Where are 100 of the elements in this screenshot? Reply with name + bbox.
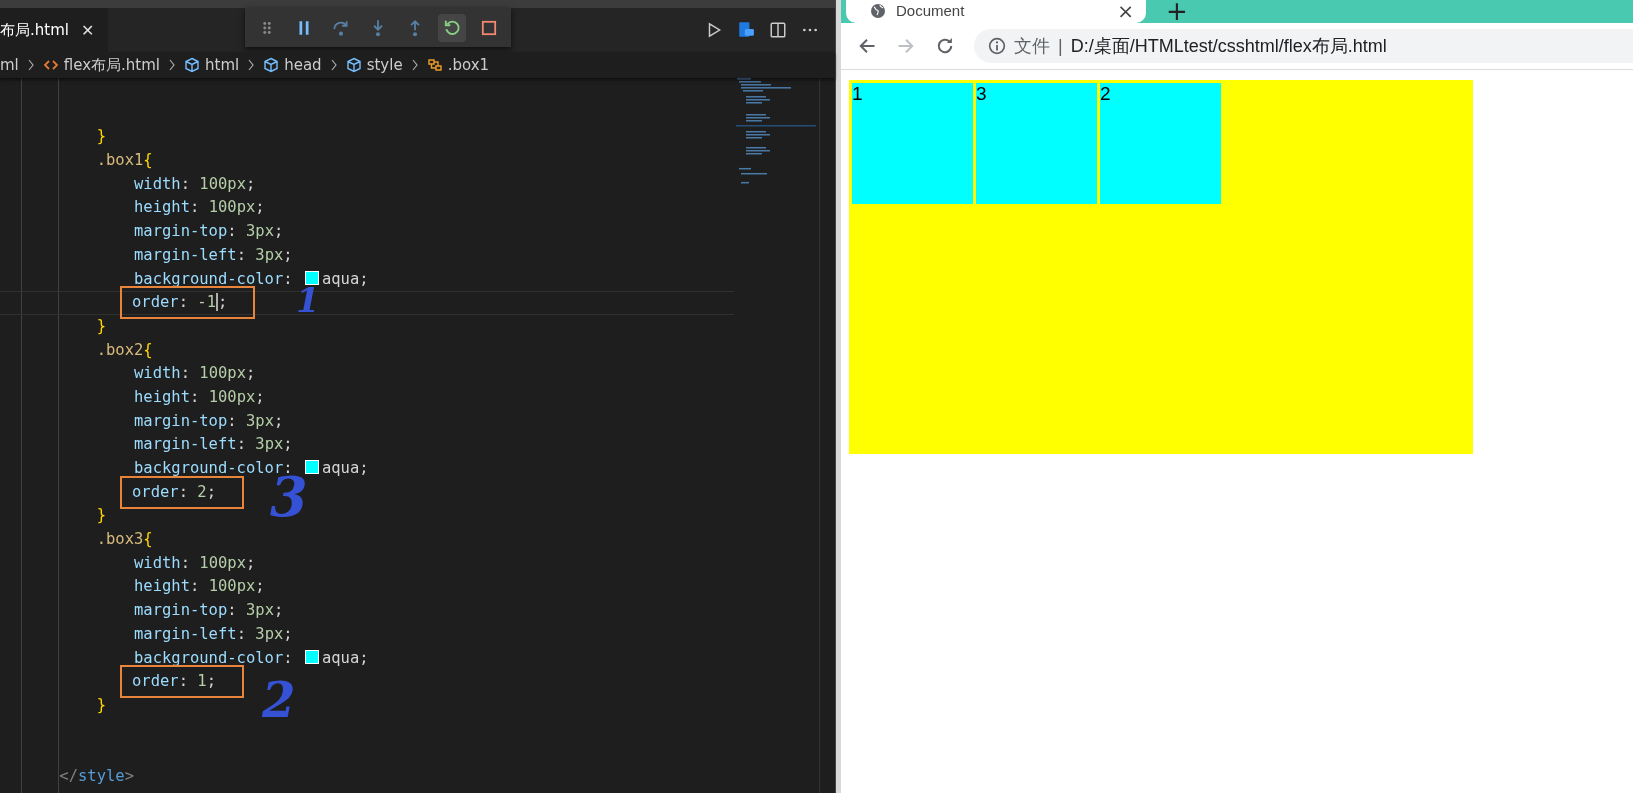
code-token: : (178, 482, 189, 501)
code-token: : (283, 648, 294, 667)
code-token: margin-top (133, 411, 228, 430)
code-token: ; (283, 245, 293, 264)
code-token: ; (206, 672, 216, 691)
code-token: margin-left (133, 245, 237, 264)
flex-item: 2 (1100, 83, 1221, 204)
code-token: .box3 (96, 530, 144, 549)
code-token: 1 (197, 672, 207, 691)
code-token: } (96, 506, 106, 525)
code-token: > (124, 766, 134, 785)
code-token: ; (246, 553, 256, 572)
handwritten-number: 2 (262, 676, 296, 724)
code-token: ; (283, 435, 293, 454)
code-token: ; (255, 577, 265, 596)
url-text: D:/桌面/HTMLtest/csshtml/flex布局.html (1070, 35, 1387, 58)
code-token: margin-top (133, 601, 228, 620)
code-token: aqua; (321, 269, 369, 288)
code-token: ; (206, 482, 216, 501)
code-token: ; (255, 387, 265, 406)
browser-tab[interactable]: Document × (846, 0, 1146, 23)
code-token: margin-top (133, 222, 228, 241)
code-token: : (236, 624, 247, 643)
breadcrumb-item[interactable]: head (284, 56, 322, 74)
code-token: 100px (199, 364, 246, 383)
editor-tab[interactable]: 布局.html ✕ (0, 8, 109, 52)
code-token: : (180, 364, 191, 383)
code-token: width (133, 174, 181, 193)
code-token: 100px (199, 174, 246, 193)
code-token: : (180, 174, 191, 193)
code-token: 3px (245, 411, 274, 430)
code-token: order (131, 672, 179, 691)
code-token: : (227, 601, 238, 620)
code-token: background-color (133, 269, 284, 288)
scheme-label: 文件 (1014, 35, 1050, 58)
code-token: background-color (133, 459, 284, 477)
tab-title: Document (896, 2, 965, 19)
code-token: : (236, 435, 247, 454)
code-token: </ (59, 766, 78, 785)
code-token: -1 (197, 293, 216, 312)
close-icon[interactable]: ✕ (80, 20, 95, 40)
code-token: : (236, 245, 247, 264)
handwritten-number: 1 (296, 283, 320, 317)
code-token: : (189, 198, 201, 217)
code-token: : (180, 553, 191, 572)
breadcrumb-item[interactable]: flex布局.html (63, 55, 160, 75)
code-token: { (143, 151, 153, 170)
code-token: { (143, 530, 153, 549)
flex-item: 1 (852, 83, 973, 204)
code-token: 3px (245, 601, 274, 620)
code-token: : (227, 411, 238, 430)
code-token: order (131, 482, 179, 501)
close-icon[interactable]: × (1117, 0, 1134, 23)
code-token: ; (283, 624, 293, 643)
code-token: ; (246, 174, 256, 193)
flex-item: 3 (976, 83, 1097, 204)
code-token: .box2 (96, 340, 144, 359)
code-token: 100px (208, 198, 256, 217)
code-token: height (133, 387, 190, 406)
code-token: : (189, 577, 201, 596)
code-token: 100px (208, 387, 256, 406)
code-token: : (178, 293, 189, 312)
code-token: order (131, 293, 179, 312)
code-token: margin-left (133, 624, 237, 643)
breadcrumb-item[interactable]: .box1 (447, 56, 490, 74)
code-token: aqua; (321, 648, 369, 667)
code-token: 3px (255, 435, 284, 454)
code-token: } (96, 127, 106, 146)
code-token: ; (218, 293, 228, 312)
code-token: 100px (208, 577, 256, 596)
tab-title: 布局.html (0, 20, 69, 40)
new-tab-button[interactable]: + (1166, 0, 1188, 23)
address-bar[interactable]: 文件 | D:/桌面/HTMLtest/csshtml/flex布局.html (974, 29, 1633, 63)
breadcrumb-item[interactable]: html (205, 56, 240, 74)
code-token: ; (246, 364, 256, 383)
breadcrumb-item[interactable]: ml (0, 56, 19, 74)
code-token: ; (255, 198, 265, 217)
code-token: 100px (199, 553, 246, 572)
code-token: ; (273, 411, 284, 430)
code-token: 3px (245, 222, 274, 241)
code-token: margin-left (133, 435, 237, 454)
code-token: aqua; (321, 459, 369, 477)
code-token: 3px (255, 245, 284, 264)
code-token: height (133, 198, 190, 217)
code-token: 2 (197, 482, 207, 501)
code-token: : (227, 222, 238, 241)
code-token: ; (273, 222, 284, 241)
code-token: .box1 (96, 151, 144, 170)
code-token: width (133, 364, 181, 383)
code-token: ; (273, 601, 284, 620)
code-token: : (189, 387, 201, 406)
breadcrumb-item[interactable]: style (366, 56, 403, 74)
code-token: } (96, 316, 106, 335)
code-token: height (133, 577, 190, 596)
code-token: width (133, 553, 181, 572)
code-token: } (96, 695, 106, 714)
code-token: { (143, 340, 153, 359)
code-token: : (178, 672, 189, 691)
code-token: 3px (255, 624, 284, 643)
code-token: : (283, 269, 294, 288)
